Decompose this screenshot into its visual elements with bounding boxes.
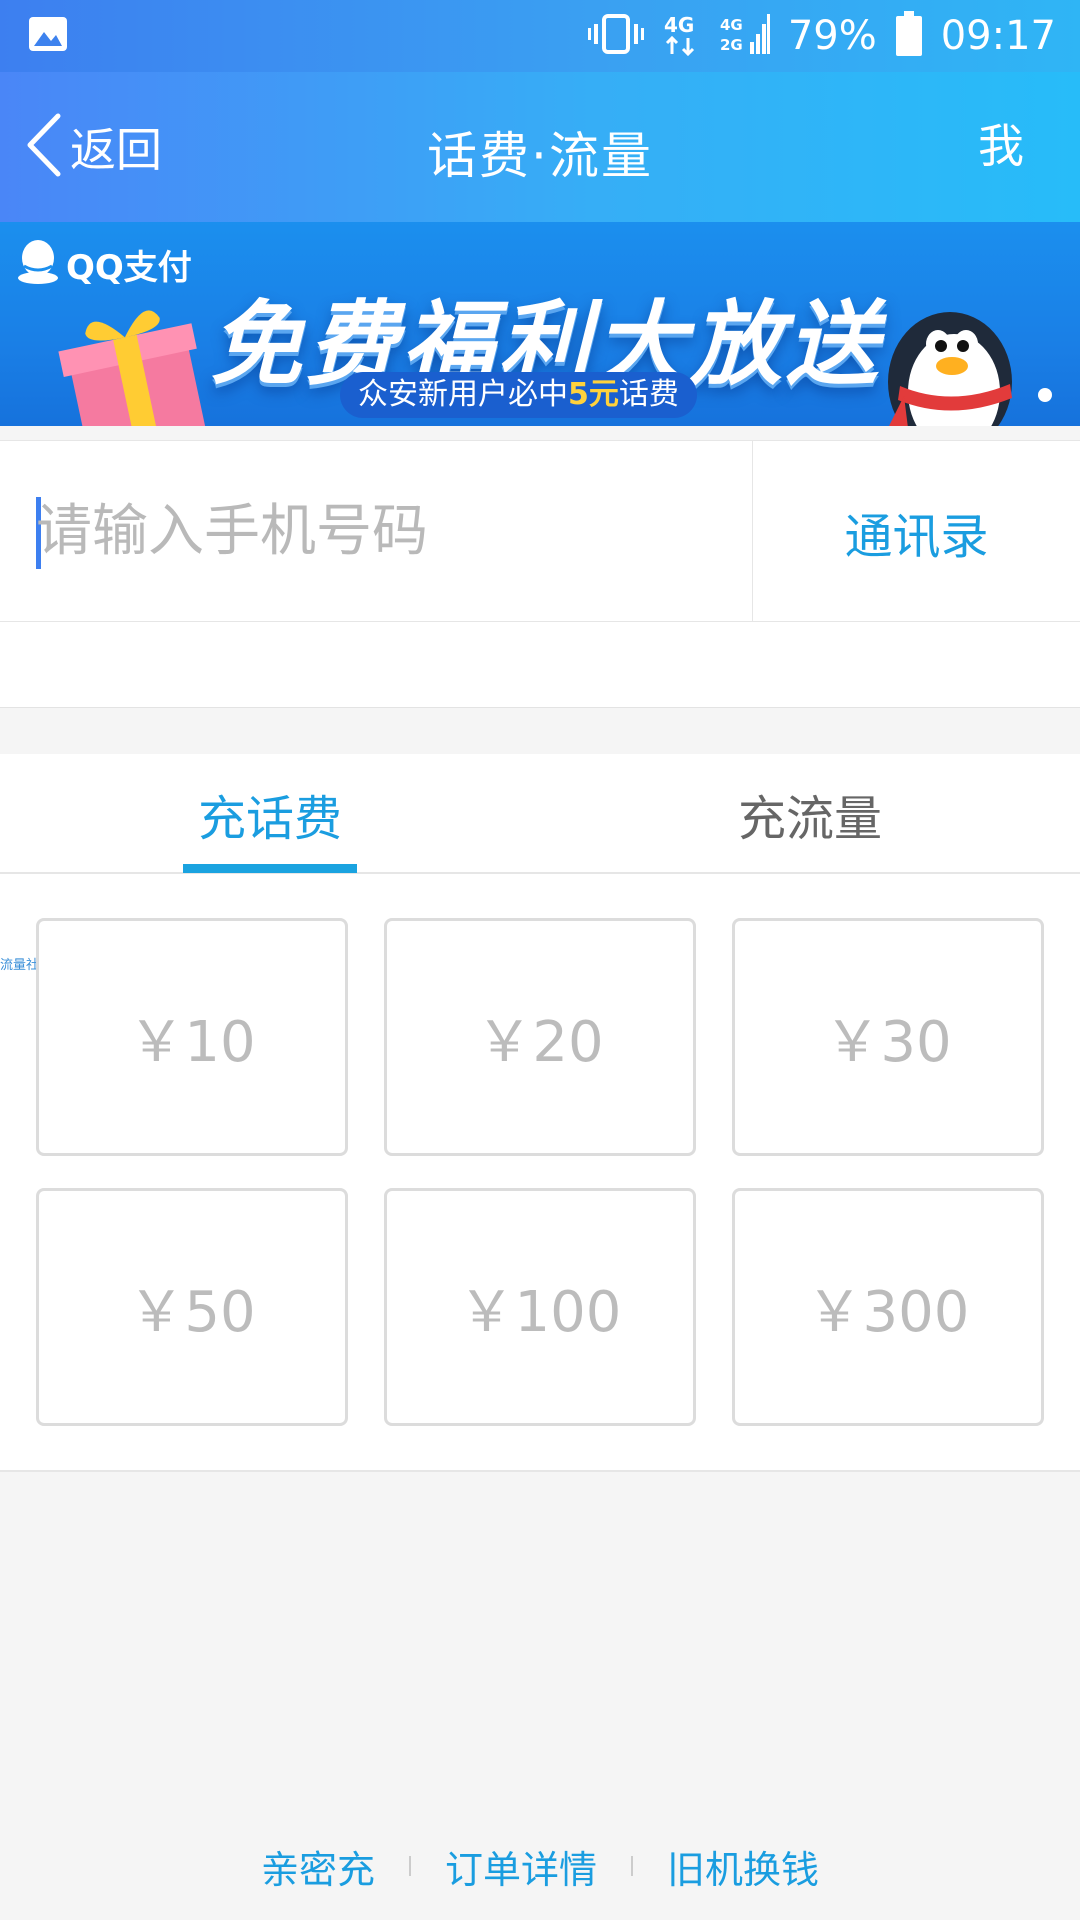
banner-sub-highlight: 5元 xyxy=(568,377,619,412)
clock: 09:17 xyxy=(940,13,1056,59)
amount-option[interactable]: ￥300 xyxy=(732,1188,1044,1426)
amount-option[interactable]: ￥20 xyxy=(384,918,696,1156)
amount-grid: ￥10 ￥20 ￥30 ￥50 ￥100 ￥300 xyxy=(36,918,1044,1426)
battery-percent: 79% xyxy=(787,13,877,59)
family-recharge-link[interactable]: 亲密充 xyxy=(261,1839,375,1894)
info-row xyxy=(0,622,1080,708)
vibrate-icon xyxy=(587,12,644,60)
penguin-mascot-icon xyxy=(880,282,1030,426)
svg-text:4G: 4G xyxy=(664,13,694,37)
amount-option[interactable]: ￥50 xyxy=(36,1188,348,1426)
amount-panel: 流量社区 ￥10 ￥20 ￥30 ￥50 ￥100 ￥300 xyxy=(0,874,1080,1472)
tab-phone-credit[interactable]: 充话费 xyxy=(0,754,540,874)
tab-data-plan[interactable]: 充流量 xyxy=(540,754,1080,874)
svg-text:4G: 4G xyxy=(720,16,743,34)
trade-in-link[interactable]: 旧机换钱 xyxy=(667,1839,819,1894)
signal-4g-2g-icon: 4G 2G xyxy=(720,12,770,60)
amount-option[interactable]: ￥30 xyxy=(732,918,1044,1156)
qq-pay-brand: QQ支付 xyxy=(66,248,192,288)
promo-banner[interactable]: QQ支付 免费福利大放送 众安新用户必中5元话费 xyxy=(0,222,1080,426)
divider xyxy=(631,1856,633,1876)
app-header: 返回 话费·流量 我 xyxy=(0,72,1080,222)
banner-subtitle: 众安新用户必中5元话费 xyxy=(340,372,697,418)
carousel-indicator xyxy=(1038,388,1052,402)
phone-input-row: 通讯录 xyxy=(0,440,1080,623)
banner-sub-suffix: 话费 xyxy=(618,377,679,412)
image-icon xyxy=(28,16,68,56)
contacts-button[interactable]: 通讯录 xyxy=(753,441,1080,623)
qq-pay-logo: QQ支付 xyxy=(16,236,192,293)
me-button[interactable]: 我 xyxy=(978,110,1024,176)
status-bar: 4G 4G 2G 79% 09:17 xyxy=(0,0,1080,72)
signal-4g-icon: 4G xyxy=(662,12,702,60)
qq-penguin-icon xyxy=(16,236,60,293)
recharge-tabs: 充话费 充流量 xyxy=(0,754,1080,874)
gift-box-icon xyxy=(56,300,216,426)
active-tab-indicator xyxy=(183,864,357,873)
banner-sub-prefix: 众安新用户必中 xyxy=(358,377,568,412)
footer-links: 亲密充 订单详情 旧机换钱 xyxy=(0,1836,1080,1896)
amount-option[interactable]: ￥10 xyxy=(36,918,348,1156)
screen: 4G 4G 2G 79% 09:17 返回 话费·流量 我 QQ支付 免费福利大… xyxy=(0,0,1080,1920)
svg-text:2G: 2G xyxy=(720,36,743,54)
amount-option[interactable]: ￥100 xyxy=(384,1188,696,1426)
order-details-link[interactable]: 订单详情 xyxy=(445,1839,597,1894)
phone-number-input[interactable] xyxy=(36,491,716,571)
battery-icon xyxy=(895,11,923,61)
page-title: 话费·流量 xyxy=(427,127,653,185)
divider xyxy=(408,1856,411,1876)
